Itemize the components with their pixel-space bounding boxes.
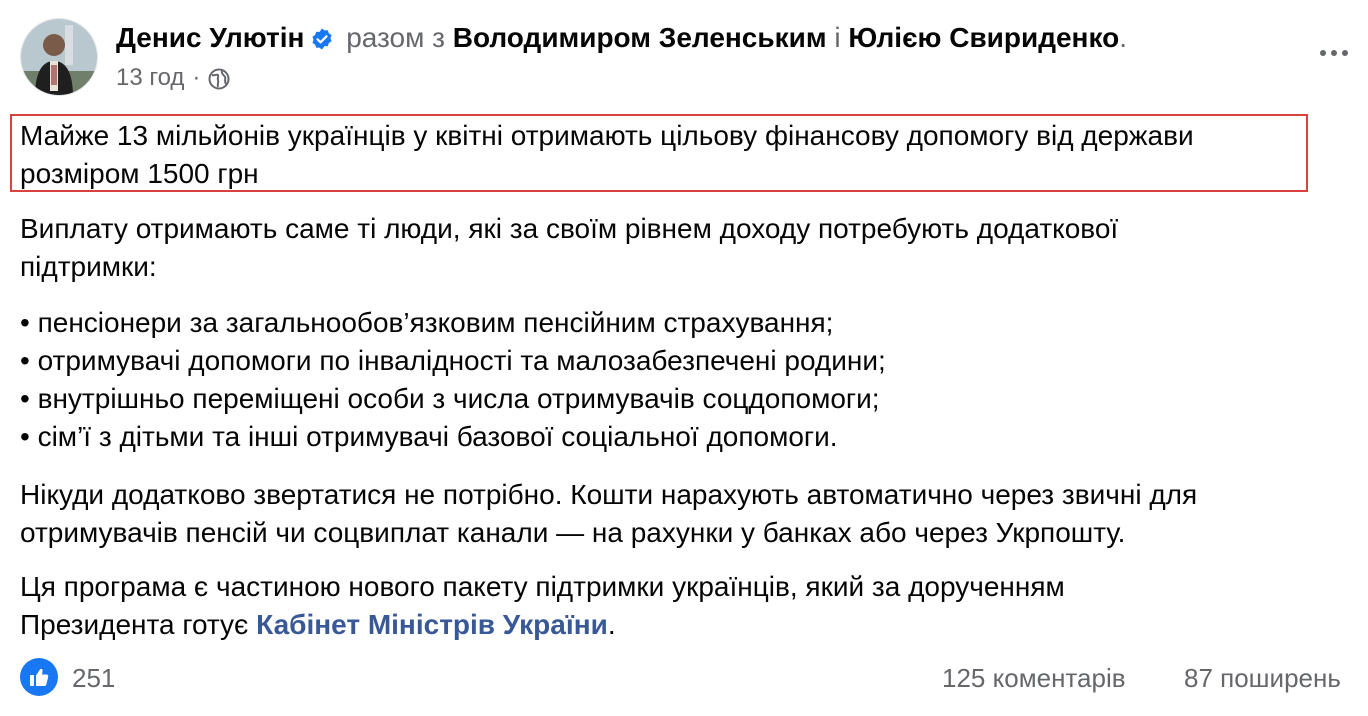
cabinet-ministers-link[interactable]: Кабінет Міністрів України	[256, 609, 608, 640]
bullet-item: • сім’ї з дітьми та інші отримувачі базо…	[20, 421, 838, 452]
comments-count[interactable]: 125 коментарів	[942, 662, 1126, 694]
post-header: Денис Улютін разом з Володимиром Зеленсь…	[116, 18, 1127, 62]
header-period: .	[1119, 22, 1127, 53]
paragraph-line: отримувачів пенсій чи соцвиплат канали —…	[20, 517, 1126, 548]
reaction-count[interactable]: 251	[72, 662, 115, 694]
and-word: і	[834, 22, 841, 53]
headline-line: розміром 1500 грн	[20, 158, 259, 189]
paragraph-recipients: Виплату отримають саме ті люди, які за с…	[20, 210, 1118, 286]
post-footer: 251 125 коментарів 87 поширень	[20, 656, 1368, 700]
post-headline: Майже 13 мільйонів українців у квітні от…	[20, 117, 1194, 193]
shares-count[interactable]: 87 поширень	[1184, 662, 1341, 694]
paragraph-period: .	[607, 609, 616, 640]
tagged-person-1[interactable]: Володимиром Зеленським	[453, 22, 827, 53]
with-word: разом з	[346, 22, 445, 53]
bullet-item: • отримувачі допомоги по інвалідності та…	[20, 345, 886, 376]
paragraph-line: Ця програма є частиною нового пакету під…	[20, 571, 1065, 602]
post-meta: 13 год ·	[116, 62, 230, 94]
paragraph-line: підтримки:	[20, 251, 157, 282]
like-icon[interactable]	[20, 658, 58, 696]
paragraph-line: Президента готує Кабінет Міністрів Украї…	[20, 606, 1065, 644]
meta-separator: ·	[192, 64, 201, 91]
post-timestamp[interactable]: 13 год	[116, 62, 184, 94]
more-options-icon[interactable]	[1314, 38, 1354, 68]
paragraph-program: Ця програма є частиною нового пакету під…	[20, 568, 1065, 644]
headline-line: Майже 13 мільйонів українців у квітні от…	[20, 120, 1194, 151]
paragraph-line: Нікуди додатково звертатися не потрібно.…	[20, 479, 1198, 510]
tagged-person-2[interactable]: Юлією Свириденко	[848, 22, 1119, 53]
bullet-list: • пенсіонери за загальнообов’язковим пен…	[20, 304, 886, 456]
paragraph-payment: Нікуди додатково звертатися не потрібно.…	[20, 476, 1197, 552]
paragraph-text: Президента готує	[20, 609, 257, 640]
bullet-item: • внутрішньо переміщені особи з числа от…	[20, 383, 880, 414]
author-name[interactable]: Денис Улютін	[116, 22, 304, 53]
bullet-item: • пенсіонери за загальнообов’язковим пен…	[20, 307, 834, 338]
author-avatar[interactable]	[20, 18, 98, 96]
verified-badge-icon	[310, 22, 334, 62]
facebook-post: Денис Улютін разом з Володимиром Зеленсь…	[0, 0, 1368, 716]
paragraph-line: Виплату отримають саме ті люди, які за с…	[20, 213, 1119, 244]
globe-icon[interactable]	[208, 67, 230, 90]
